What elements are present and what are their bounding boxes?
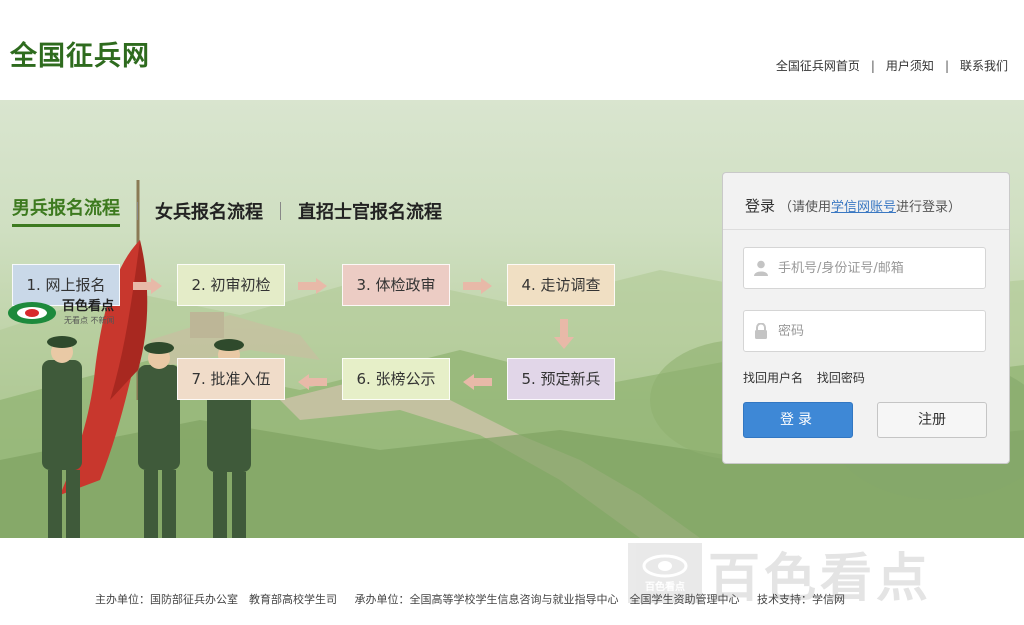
nav-contact-link[interactable]: 联系我们 bbox=[960, 57, 1008, 74]
nav-user-notice-link[interactable]: 用户须知 bbox=[886, 57, 934, 74]
password-field[interactable] bbox=[743, 310, 986, 352]
login-panel: 登录（请使用学信网账号进行登录） 找回用户名 找回密码 登录 注册 bbox=[722, 172, 1010, 464]
username-input[interactable] bbox=[778, 260, 968, 276]
site-logo[interactable]: 全国征兵网 bbox=[10, 34, 150, 73]
username-field[interactable] bbox=[743, 247, 986, 289]
footer-tech: 技术支持：学信网 bbox=[757, 593, 845, 606]
xuexin-account-link[interactable]: 学信网账号 bbox=[831, 200, 896, 215]
watermark-small-text: 百色看点 bbox=[62, 299, 115, 314]
watermark-small: 百色看点 无看点 不新闻 bbox=[6, 300, 115, 326]
tab-nco-process[interactable]: 直招士官报名流程 bbox=[298, 198, 442, 224]
login-hint: （请使用学信网账号进行登录） bbox=[779, 200, 961, 215]
tab-male-process[interactable]: 男兵报名流程 bbox=[12, 194, 120, 227]
tab-divider bbox=[137, 201, 138, 220]
arrow-right-icon bbox=[463, 278, 492, 294]
nav-home-link[interactable]: 全国征兵网首页 bbox=[776, 57, 860, 74]
tab-female-process[interactable]: 女兵报名流程 bbox=[155, 198, 263, 224]
step-preliminary-check[interactable]: 2. 初审初检 bbox=[177, 264, 285, 306]
step-visit-survey[interactable]: 4. 走访调查 bbox=[507, 264, 615, 306]
nav-separator: | bbox=[870, 58, 875, 73]
watermark-logo-icon bbox=[8, 302, 56, 324]
step-pre-assign-recruit[interactable]: 5. 预定新兵 bbox=[507, 358, 615, 400]
header: 全国征兵网 全国征兵网首页 | 用户须知 | 联系我们 bbox=[0, 0, 1024, 100]
process-tabs: 男兵报名流程 女兵报名流程 直招士官报名流程 bbox=[12, 194, 442, 227]
arrow-left-icon bbox=[298, 374, 327, 390]
arrow-right-icon bbox=[298, 278, 327, 294]
watermark-eye-icon bbox=[642, 554, 688, 577]
footer-host: 主办单位：国防部征兵办公室 教育部高校学生司 bbox=[95, 593, 337, 606]
top-nav: 全国征兵网首页 | 用户须知 | 联系我们 bbox=[776, 57, 1008, 74]
login-divider bbox=[723, 229, 1009, 230]
arrow-down-icon bbox=[554, 319, 574, 349]
login-hint-suffix: 进行登录） bbox=[896, 200, 962, 215]
hero-banner: 男兵报名流程 女兵报名流程 直招士官报名流程 1. 网上报名 2. 初审初检 3… bbox=[0, 100, 1024, 538]
watermark-small-sub: 无看点 不新闻 bbox=[64, 316, 115, 325]
footer: 百色看点 百色看点 主办单位：国防部征兵办公室 教育部高校学生司 承办单位：全国… bbox=[0, 538, 1024, 625]
user-icon bbox=[744, 260, 778, 276]
arrow-right-icon bbox=[133, 278, 162, 294]
step-public-announcement[interactable]: 6. 张榜公示 bbox=[342, 358, 450, 400]
footer-info: 主办单位：国防部征兵办公室 教育部高校学生司 承办单位：全国高等学校学生信息咨询… bbox=[95, 591, 859, 607]
footer-organizer: 承办单位：全国高等学校学生信息咨询与就业指导中心 全国学生资助管理中心 bbox=[354, 593, 740, 606]
login-title: 登录 bbox=[745, 197, 776, 215]
recovery-links: 找回用户名 找回密码 bbox=[743, 369, 875, 386]
register-button[interactable]: 注册 bbox=[877, 402, 987, 438]
tab-divider bbox=[280, 201, 281, 220]
nav-separator: | bbox=[944, 58, 949, 73]
password-input[interactable] bbox=[778, 323, 968, 339]
login-button[interactable]: 登录 bbox=[743, 402, 853, 438]
find-password-link[interactable]: 找回密码 bbox=[817, 371, 865, 385]
find-username-link[interactable]: 找回用户名 bbox=[743, 371, 803, 385]
step-approve-enlistment[interactable]: 7. 批准入伍 bbox=[177, 358, 285, 400]
step-physical-political-exam[interactable]: 3. 体检政审 bbox=[342, 264, 450, 306]
login-hint-prefix: （请使用 bbox=[779, 200, 832, 215]
arrow-left-icon bbox=[463, 374, 492, 390]
login-title-row: 登录 （请使用学信网账号进行登录） bbox=[745, 195, 961, 216]
lock-icon bbox=[744, 323, 778, 339]
